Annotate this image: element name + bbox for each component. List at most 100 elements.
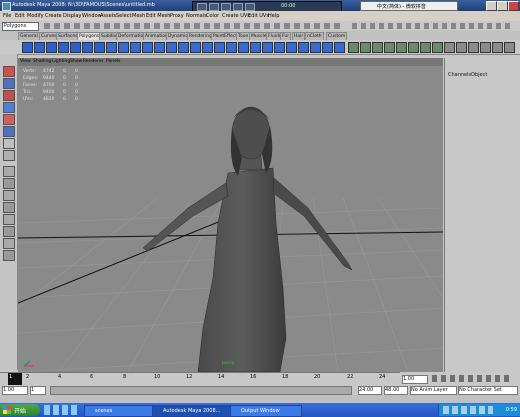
combine-icon[interactable] bbox=[130, 42, 141, 53]
poly-cylinder-icon[interactable] bbox=[46, 42, 57, 53]
perspective-viewport[interactable]: View Shading Lighting Show Renderer Pane… bbox=[18, 58, 443, 372]
offset-edge-loop-icon[interactable] bbox=[274, 42, 285, 53]
viewport-menu-item[interactable]: Show bbox=[70, 59, 82, 64]
menu-item[interactable]: Select bbox=[116, 13, 131, 19]
menu-item[interactable]: Help bbox=[268, 13, 279, 19]
insert-edge-loop-icon[interactable] bbox=[262, 42, 273, 53]
tray-icons[interactable] bbox=[443, 406, 493, 414]
taskbar-item[interactable]: Output Window bbox=[230, 405, 302, 417]
menu-item[interactable]: Assets bbox=[100, 13, 116, 19]
mirror-icon[interactable] bbox=[202, 42, 213, 53]
poly-pyramid-icon[interactable] bbox=[106, 42, 117, 53]
menu-item[interactable]: Edit bbox=[15, 13, 25, 19]
split-poly-icon[interactable] bbox=[250, 42, 261, 53]
menu-item[interactable]: File bbox=[3, 13, 11, 19]
taskbar-item[interactable]: scenes bbox=[84, 405, 154, 417]
wedge-icon[interactable] bbox=[310, 42, 321, 53]
soft-select-icon[interactable] bbox=[444, 42, 455, 53]
next-icon[interactable] bbox=[233, 3, 243, 11]
stop-icon[interactable] bbox=[197, 3, 207, 11]
reduce-icon[interactable] bbox=[190, 42, 201, 53]
menu-item[interactable]: Create UVs bbox=[222, 13, 250, 19]
poly-sphere-icon[interactable] bbox=[22, 42, 33, 53]
layout-persp-graph-icon[interactable] bbox=[3, 238, 15, 249]
command-line[interactable] bbox=[0, 395, 520, 403]
channel-box-tab[interactable]: Object bbox=[471, 72, 487, 78]
extrude-icon[interactable] bbox=[214, 42, 225, 53]
character-set-dropdown[interactable]: No Character Set bbox=[458, 386, 518, 395]
volume-icon[interactable] bbox=[245, 3, 255, 11]
menu-item[interactable]: Window bbox=[82, 13, 102, 19]
menu-item[interactable]: Normals bbox=[186, 13, 207, 19]
poly-pipe-icon[interactable] bbox=[118, 42, 129, 53]
prev-icon[interactable] bbox=[221, 3, 231, 11]
menu-item[interactable]: Display bbox=[63, 13, 81, 19]
mode-selector[interactable]: Polygons bbox=[2, 22, 39, 31]
lasso-tool-icon[interactable] bbox=[3, 78, 15, 89]
checker-icon[interactable] bbox=[408, 42, 419, 53]
viewport-menu-item[interactable]: View bbox=[20, 59, 31, 64]
anim-layer-dropdown[interactable]: No Anim Layer bbox=[410, 386, 457, 395]
layout-four-icon[interactable] bbox=[3, 178, 15, 189]
rotate-tool-icon[interactable] bbox=[3, 114, 15, 125]
layout-single-icon[interactable] bbox=[3, 166, 15, 177]
delete-history-icon[interactable] bbox=[492, 42, 503, 53]
manipulator-icon[interactable] bbox=[3, 138, 15, 149]
channel-box-tab[interactable]: Channels bbox=[448, 72, 471, 78]
current-frame-field[interactable]: 1.00 bbox=[402, 375, 428, 384]
append-icon[interactable] bbox=[238, 42, 249, 53]
poly-plane-icon[interactable] bbox=[70, 42, 81, 53]
playback-buttons[interactable] bbox=[432, 375, 512, 382]
uv-editor-icon[interactable] bbox=[396, 42, 407, 53]
maximize-button[interactable] bbox=[497, 1, 508, 11]
pause-icon[interactable] bbox=[209, 3, 219, 11]
poly-cone-icon[interactable] bbox=[58, 42, 69, 53]
close-button[interactable] bbox=[508, 1, 519, 11]
menu-item[interactable]: Edit UVs bbox=[248, 13, 269, 19]
menu-item[interactable]: Create bbox=[45, 13, 62, 19]
viewport-menu-item[interactable]: Panels bbox=[106, 59, 120, 64]
minimize-button[interactable] bbox=[486, 1, 497, 11]
move-tool-icon[interactable] bbox=[3, 102, 15, 113]
bevel-icon[interactable] bbox=[286, 42, 297, 53]
layout-outliner-persp-icon[interactable] bbox=[3, 250, 15, 261]
uv-cylindrical-icon[interactable] bbox=[360, 42, 371, 53]
taskbar-item-active[interactable]: Autodesk Maya 2008... bbox=[152, 405, 232, 417]
range-slider-bar[interactable] bbox=[50, 386, 352, 395]
playback-end-field[interactable]: 24.00 bbox=[358, 386, 382, 395]
status-toolbar-icons[interactable] bbox=[44, 23, 344, 29]
render-toolbar-icons[interactable] bbox=[352, 23, 512, 29]
uv-spherical-icon[interactable] bbox=[372, 42, 383, 53]
bridge-icon[interactable] bbox=[226, 42, 237, 53]
shelf-options-icon[interactable] bbox=[504, 42, 515, 53]
menu-item[interactable]: Mesh bbox=[132, 13, 145, 19]
extract-icon[interactable] bbox=[154, 42, 165, 53]
last-tool-icon[interactable] bbox=[3, 150, 15, 161]
center-pivot-icon[interactable] bbox=[468, 42, 479, 53]
poke-icon[interactable] bbox=[298, 42, 309, 53]
paint-select-icon[interactable] bbox=[3, 90, 15, 101]
scale-tool-icon[interactable] bbox=[3, 126, 15, 137]
booleans-icon[interactable] bbox=[166, 42, 177, 53]
freeze-icon[interactable] bbox=[480, 42, 491, 53]
viewport-menu-item[interactable]: Shading bbox=[33, 59, 51, 64]
menu-item[interactable]: Color bbox=[206, 13, 219, 19]
viewport-menu-item[interactable]: Renderer bbox=[83, 59, 104, 64]
uv-planar-icon[interactable] bbox=[348, 42, 359, 53]
menu-item[interactable]: Proxy bbox=[170, 13, 184, 19]
quick-launch-icons[interactable] bbox=[44, 405, 80, 415]
layout-hypershade-icon[interactable] bbox=[3, 226, 15, 237]
start-button[interactable]: 开始 bbox=[0, 404, 40, 416]
paint-icon[interactable] bbox=[432, 42, 443, 53]
history-icon[interactable] bbox=[456, 42, 467, 53]
poly-cube-icon[interactable] bbox=[34, 42, 45, 53]
range-start-field[interactable]: 1.00 bbox=[2, 386, 28, 395]
poly-prism-icon[interactable] bbox=[94, 42, 105, 53]
menu-item[interactable]: Edit Mesh bbox=[146, 13, 170, 19]
ime-bar[interactable]: 中文(简体) - 微软拼音 bbox=[360, 1, 458, 11]
layout-outliner-icon[interactable] bbox=[3, 202, 15, 213]
viewport-scene[interactable] bbox=[18, 58, 443, 372]
layout-graph-icon[interactable] bbox=[3, 214, 15, 225]
time-slider[interactable]: 1 2 4 6 8 10 12 14 16 18 20 22 24 bbox=[0, 372, 400, 385]
range-end-field[interactable]: 48.00 bbox=[384, 386, 408, 395]
